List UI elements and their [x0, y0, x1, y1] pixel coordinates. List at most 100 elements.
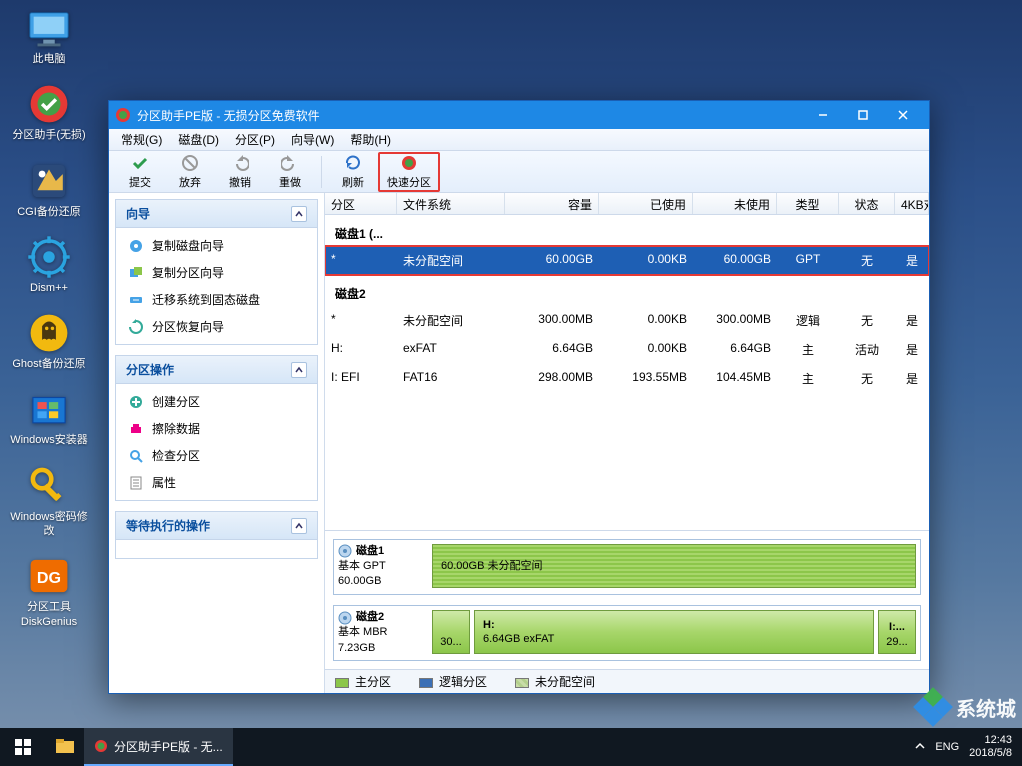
col-capacity[interactable]: 容量	[505, 193, 599, 214]
disk1-unalloc-bar[interactable]: 60.00GB 未分配空间	[432, 544, 916, 588]
desktop-icon-win-installer[interactable]: Windows安装器	[10, 389, 88, 447]
wizard-migrate-ssd[interactable]: 迁移系统到固态磁盘	[116, 286, 317, 313]
column-headers: 分区 文件系统 容量 已使用 未使用 类型 状态 4KB对齐	[325, 193, 929, 215]
wizard-recover-partition[interactable]: 分区恢复向导	[116, 313, 317, 340]
menu-partition[interactable]: 分区(P)	[227, 129, 283, 150]
main-area: 分区 文件系统 容量 已使用 未使用 类型 状态 4KB对齐 磁盘1 (... …	[325, 193, 929, 693]
start-button[interactable]	[0, 728, 46, 766]
ssd-icon	[128, 292, 144, 308]
window-title: 分区助手PE版 - 无损分区免费软件	[137, 107, 320, 124]
disk2-bar-h[interactable]: H:6.64GB exFAT	[474, 610, 874, 654]
col-fs[interactable]: 文件系统	[397, 193, 505, 214]
disk-maps: 磁盘1 基本 GPT 60.00GB 60.00GB 未分配空间 磁盘2 基本 …	[325, 531, 929, 669]
collapse-icon[interactable]	[291, 206, 307, 222]
ops-panel: 分区操作 创建分区 擦除数据 检查分区 属性	[115, 355, 318, 501]
group-disk2: 磁盘2	[325, 275, 929, 306]
menubar: 常规(G) 磁盘(D) 分区(P) 向导(W) 帮助(H)	[109, 129, 929, 151]
close-button[interactable]	[883, 101, 923, 129]
tray-chevron-icon[interactable]	[915, 741, 925, 754]
minimize-button[interactable]	[803, 101, 843, 129]
taskbar-app[interactable]: 分区助手PE版 - 无...	[84, 728, 233, 766]
refresh-button[interactable]: 刷新	[328, 152, 378, 192]
col-align[interactable]: 4KB对齐	[895, 193, 929, 214]
partition-list[interactable]: 磁盘1 (... *未分配空间60.00GB0.00KB60.00GBGPT无是…	[325, 215, 929, 531]
legend-logical-swatch	[419, 678, 433, 688]
app-icon	[94, 739, 108, 753]
menu-general[interactable]: 常规(G)	[113, 129, 170, 150]
legend-primary-swatch	[335, 678, 349, 688]
icon-label: Windows安装器	[10, 433, 88, 447]
wizard-copy-disk[interactable]: 复制磁盘向导	[116, 232, 317, 259]
diskmap-1[interactable]: 磁盘1 基本 GPT 60.00GB 60.00GB 未分配空间	[333, 539, 921, 595]
recover-icon	[128, 319, 144, 335]
plus-icon	[128, 394, 144, 410]
legend: 主分区 逻辑分区 未分配空间	[325, 669, 929, 693]
menu-help[interactable]: 帮助(H)	[342, 129, 399, 150]
col-used[interactable]: 已使用	[599, 193, 693, 214]
table-row[interactable]: *未分配空间300.00MB0.00KB300.00MB逻辑无是	[325, 306, 929, 335]
desktop-icon-disk-genius[interactable]: DG 分区工具DiskGenius	[10, 556, 88, 629]
taskbar-explorer[interactable]	[46, 728, 84, 766]
svg-text:DG: DG	[37, 569, 61, 587]
desktop-icon-partition-assistant[interactable]: 分区助手(无损)	[10, 84, 88, 142]
col-status[interactable]: 状态	[839, 193, 895, 214]
desktop-icon-this-pc[interactable]: 此电脑	[10, 8, 88, 66]
group-disk1: 磁盘1 (...	[325, 215, 929, 246]
panel-title: 等待执行的操作	[126, 517, 210, 534]
collapse-icon[interactable]	[291, 362, 307, 378]
diskmap-2[interactable]: 磁盘2 基本 MBR 7.23GB 30... H:6.64GB exFAT I…	[333, 605, 921, 661]
titlebar[interactable]: 分区助手PE版 - 无损分区免费软件	[109, 101, 929, 129]
op-create-partition[interactable]: 创建分区	[116, 388, 317, 415]
panel-title: 向导	[126, 205, 150, 222]
table-row[interactable]: I: EFIFAT16298.00MB193.55MB104.45MB主无是	[325, 364, 929, 393]
legend-unalloc-swatch	[515, 678, 529, 688]
tray-clock[interactable]: 12:432018/5/8	[969, 734, 1012, 760]
desktop-icon-dism[interactable]: Dism++	[10, 237, 88, 295]
menu-wizard[interactable]: 向导(W)	[283, 129, 342, 150]
disk-icon	[338, 611, 352, 625]
op-check-partition[interactable]: 检查分区	[116, 442, 317, 469]
wizard-copy-partition[interactable]: 复制分区向导	[116, 259, 317, 286]
icon-label: Ghost备份还原	[10, 357, 88, 371]
op-properties[interactable]: 属性	[116, 469, 317, 496]
col-type[interactable]: 类型	[777, 193, 839, 214]
quick-partition-button[interactable]: 快速分区	[378, 152, 440, 192]
app-window: 分区助手PE版 - 无损分区免费软件 常规(G) 磁盘(D) 分区(P) 向导(…	[108, 100, 930, 694]
icon-label: 此电脑	[10, 52, 88, 66]
icon-label: 分区工具DiskGenius	[10, 600, 88, 629]
taskbar: 分区助手PE版 - 无... ENG 12:432018/5/8	[0, 728, 1022, 766]
toolbar-separator	[321, 156, 322, 188]
table-row[interactable]: H:exFAT6.64GB0.00KB6.64GB主活动是	[325, 335, 929, 364]
commit-button[interactable]: 提交	[115, 152, 165, 192]
app-icon	[115, 107, 131, 123]
desktop-icon-ghost[interactable]: Ghost备份还原	[10, 313, 88, 371]
undo-button[interactable]: 撤销	[215, 152, 265, 192]
watermark-logo	[916, 690, 950, 724]
watermark: 系统城	[916, 690, 1016, 724]
menu-disk[interactable]: 磁盘(D)	[170, 129, 227, 150]
icon-label: 分区助手(无损)	[10, 128, 88, 142]
pending-panel: 等待执行的操作	[115, 511, 318, 559]
col-free[interactable]: 未使用	[693, 193, 777, 214]
icon-label: Windows密码修改	[10, 510, 88, 539]
disk-copy-icon	[128, 238, 144, 254]
table-row-selected[interactable]: *未分配空间60.00GB0.00KB60.00GBGPT无是	[325, 246, 929, 275]
properties-icon	[128, 475, 144, 491]
maximize-button[interactable]	[843, 101, 883, 129]
icon-label: Dism++	[10, 281, 88, 295]
collapse-icon[interactable]	[291, 518, 307, 534]
folder-icon	[56, 739, 74, 753]
desktop-icon-win-password[interactable]: Windows密码修改	[10, 466, 88, 539]
erase-icon	[128, 421, 144, 437]
disk2-bar-i[interactable]: I:...29...	[878, 610, 916, 654]
disk-icon	[338, 544, 352, 558]
tray: ENG 12:432018/5/8	[905, 734, 1022, 760]
redo-button[interactable]: 重做	[265, 152, 315, 192]
op-wipe-data[interactable]: 擦除数据	[116, 415, 317, 442]
tray-lang[interactable]: ENG	[935, 741, 959, 753]
discard-button[interactable]: 放弃	[165, 152, 215, 192]
desktop-icon-cgi[interactable]: CGI备份还原	[10, 161, 88, 219]
col-partition[interactable]: 分区	[325, 193, 397, 214]
disk2-bar1[interactable]: 30...	[432, 610, 470, 654]
wizard-panel: 向导 复制磁盘向导 复制分区向导 迁移系统到固态磁盘 分区恢复向导	[115, 199, 318, 345]
